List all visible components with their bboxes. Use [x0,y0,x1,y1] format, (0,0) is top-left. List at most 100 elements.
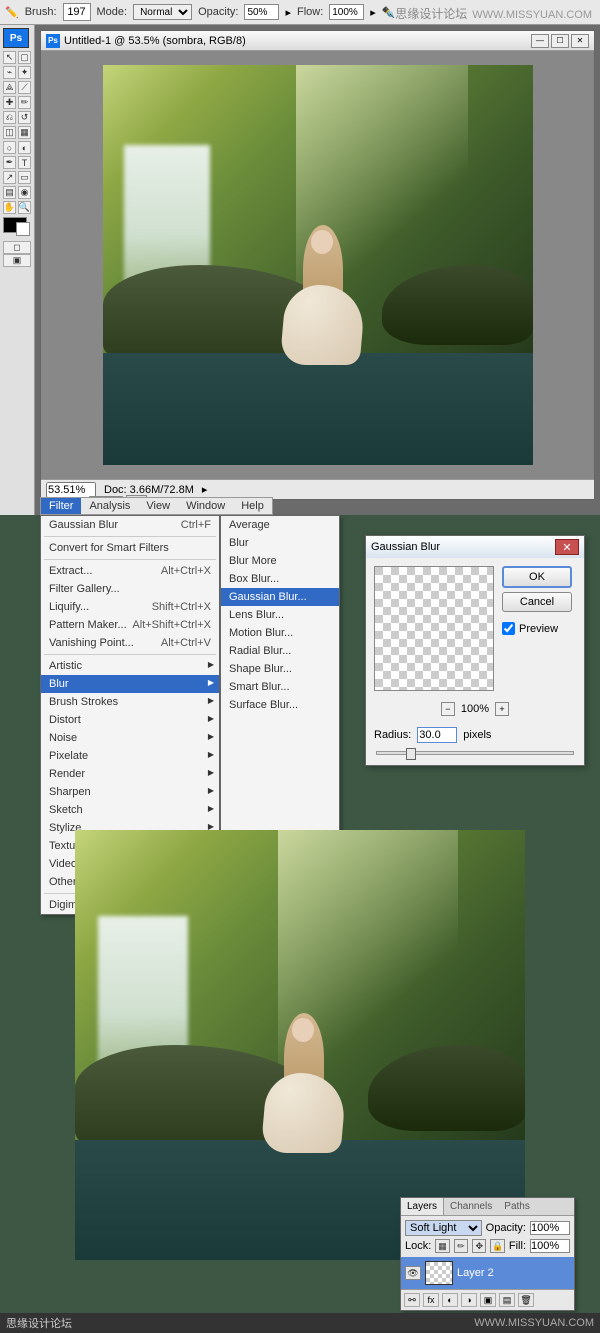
menu-pixelate[interactable]: Pixelate [41,747,219,765]
menu-artistic[interactable]: Artistic [41,657,219,675]
lock-trans-icon[interactable]: ▦ [435,1239,449,1253]
crop-tool[interactable]: ⟁ [3,81,16,94]
doc-info-arrow-icon[interactable]: ▸ [202,483,208,496]
mask-icon[interactable]: ◐ [442,1293,458,1307]
notes-tool[interactable]: ▤ [3,186,16,199]
menu-liquify[interactable]: Liquify...Shift+Ctrl+X [41,598,219,616]
color-swatch[interactable] [3,217,27,233]
blend-mode-select[interactable]: Soft Light [405,1220,482,1236]
wand-tool[interactable]: ✦ [18,66,31,79]
blur-tool[interactable]: ○ [3,141,16,154]
quickmask-toggle[interactable]: ◻ [3,241,31,254]
zoom-tool[interactable]: 🔍 [18,201,31,214]
group-icon[interactable]: ▣ [480,1293,496,1307]
eraser-tool[interactable]: ◫ [3,126,16,139]
menu-view[interactable]: View [138,498,178,514]
adjust-icon[interactable]: ◑ [461,1293,477,1307]
fx-icon[interactable]: fx [423,1293,439,1307]
submenu-surface-blur[interactable]: Surface Blur... [221,696,339,714]
menu-filter-gallery[interactable]: Filter Gallery... [41,580,219,598]
canvas[interactable] [41,51,594,479]
submenu-blur-more[interactable]: Blur More [221,552,339,570]
submenu-lens-blur[interactable]: Lens Blur... [221,606,339,624]
radius-input[interactable] [417,727,457,743]
gradient-tool[interactable]: ▦ [18,126,31,139]
tab-paths[interactable]: Paths [498,1198,536,1215]
submenu-shape-blur[interactable]: Shape Blur... [221,660,339,678]
eyedropper-tool[interactable]: ◉ [18,186,31,199]
move-tool[interactable]: ↖ [3,51,16,64]
submenu-blur[interactable]: Blur [221,534,339,552]
radius-slider[interactable] [376,751,574,755]
layer-name[interactable]: Layer 2 [457,1267,494,1279]
link-icon[interactable]: ⚯ [404,1293,420,1307]
dialog-preview[interactable] [374,566,494,691]
ok-button[interactable]: OK [502,566,572,588]
lock-paint-icon[interactable]: ✏ [454,1239,468,1253]
slider-thumb[interactable] [406,748,416,760]
close-button[interactable]: ✕ [571,34,589,48]
layer-row[interactable]: 👁 Layer 2 [401,1257,574,1289]
fill-input[interactable] [530,1239,570,1253]
dodge-tool[interactable]: ◐ [18,141,31,154]
slice-tool[interactable]: ⟋ [18,81,31,94]
marquee-tool[interactable]: ▢ [18,51,31,64]
lock-all-icon[interactable]: 🔒 [490,1239,504,1253]
menu-pattern-maker[interactable]: Pattern Maker...Alt+Shift+Ctrl+X [41,616,219,634]
dialog-close-button[interactable]: ✕ [555,539,579,555]
layer-thumbnail[interactable] [425,1261,453,1285]
flow-input[interactable] [329,4,364,20]
new-layer-icon[interactable]: ▤ [499,1293,515,1307]
menu-vanishing-point[interactable]: Vanishing Point...Alt+Ctrl+V [41,634,219,652]
menu-blur[interactable]: Blur [41,675,219,693]
menu-help[interactable]: Help [233,498,272,514]
document-titlebar[interactable]: Ps Untitled-1 @ 53.5% (sombra, RGB/8) — … [41,31,594,51]
ps-logo-icon[interactable]: Ps [3,28,29,48]
flow-arrow-icon[interactable]: ▸ [370,6,376,19]
type-tool[interactable]: T [18,156,31,169]
menu-sharpen[interactable]: Sharpen [41,783,219,801]
dialog-titlebar[interactable]: Gaussian Blur ✕ [366,536,584,558]
tab-layers[interactable]: Layers [401,1198,444,1215]
airbrush-icon[interactable]: ✒️ [382,6,396,19]
menu-distort[interactable]: Distort [41,711,219,729]
maximize-button[interactable]: ☐ [551,34,569,48]
menu-analysis[interactable]: Analysis [81,498,138,514]
menu-last-filter[interactable]: Gaussian BlurCtrl+F [41,516,219,534]
hand-tool[interactable]: ✋ [3,201,16,214]
brush-tool[interactable]: ✏ [18,96,31,109]
heal-tool[interactable]: ✚ [3,96,16,109]
submenu-box-blur[interactable]: Box Blur... [221,570,339,588]
zoom-in-button[interactable]: + [495,702,509,716]
submenu-gaussian-blur[interactable]: Gaussian Blur... [221,588,339,606]
menu-noise[interactable]: Noise [41,729,219,747]
pen-tool[interactable]: ✒ [3,156,16,169]
menu-convert-smart[interactable]: Convert for Smart Filters [41,539,219,557]
menu-sketch[interactable]: Sketch [41,801,219,819]
menu-render[interactable]: Render [41,765,219,783]
submenu-smart-blur[interactable]: Smart Blur... [221,678,339,696]
preview-checkbox[interactable] [502,622,515,635]
menu-window[interactable]: Window [178,498,233,514]
menu-extract[interactable]: Extract...Alt+Ctrl+X [41,562,219,580]
lasso-tool[interactable]: ⌁ [3,66,16,79]
lock-pos-icon[interactable]: ✥ [472,1239,486,1253]
layer-opacity-input[interactable] [530,1221,570,1235]
submenu-motion-blur[interactable]: Motion Blur... [221,624,339,642]
shape-tool[interactable]: ▭ [18,171,31,184]
submenu-radial-blur[interactable]: Radial Blur... [221,642,339,660]
trash-icon[interactable]: 🗑 [518,1293,534,1307]
zoom-out-button[interactable]: − [441,702,455,716]
menu-filter[interactable]: Filter [41,498,81,514]
tab-channels[interactable]: Channels [444,1198,498,1215]
cancel-button[interactable]: Cancel [502,592,572,612]
menu-brush-strokes[interactable]: Brush Strokes [41,693,219,711]
path-tool[interactable]: ↗ [3,171,16,184]
minimize-button[interactable]: — [531,34,549,48]
stamp-tool[interactable]: ⎌ [3,111,16,124]
screenmode-toggle[interactable]: ▣ [3,254,31,267]
visibility-icon[interactable]: 👁 [405,1266,421,1280]
brush-picker[interactable]: 197 [63,3,91,21]
mode-select[interactable]: Normal [133,4,192,20]
history-brush-tool[interactable]: ↺ [18,111,31,124]
